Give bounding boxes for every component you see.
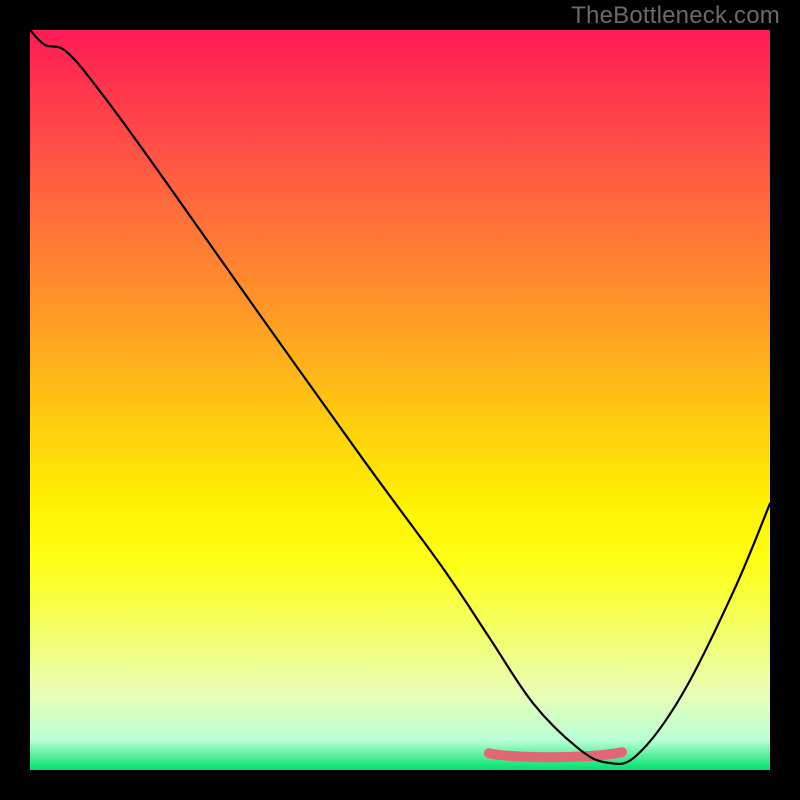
- chart-container: TheBottleneck.com: [0, 0, 800, 800]
- plot-area: [30, 30, 770, 770]
- min-highlight-segment: [489, 752, 622, 757]
- bottleneck-curve-line: [30, 30, 770, 764]
- watermark-text: TheBottleneck.com: [571, 2, 780, 30]
- curve-svg: [30, 30, 770, 770]
